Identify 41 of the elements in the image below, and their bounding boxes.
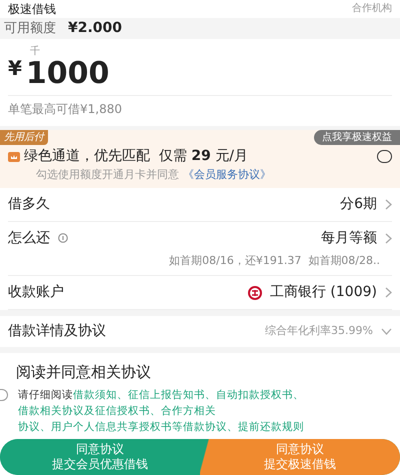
agreement-link[interactable]: 自动扣款授权书、 <box>216 389 304 401</box>
details-toggle[interactable]: 综合年化利率35.99% <box>265 323 392 340</box>
service-agreement-link[interactable]: 《会员服务协议》 <box>183 167 271 184</box>
bank-logo-icon <box>248 286 262 300</box>
repay-hint: 如首期08/16，还¥191.37 如首期08/28.. <box>169 252 380 268</box>
credit-label: 可用额度 <box>4 20 56 38</box>
tooltip: 点我享极速权益 <box>314 130 400 145</box>
limit-text: 单笔最高可借¥1,880 <box>8 101 123 118</box>
member-checkbox[interactable] <box>377 150 392 163</box>
agreement-link[interactable]: 征信上报告知书、 <box>128 389 216 401</box>
page-title: 极速借钱 <box>8 2 56 16</box>
unit-hint: 千 <box>30 47 41 57</box>
fast-submit-button[interactable]: 同意协议 提交极速借钱 <box>200 439 400 475</box>
chevron-right-icon <box>385 287 392 298</box>
agreement-link[interactable]: 合作方相关 <box>161 405 216 417</box>
partner-label: 合作机构 <box>352 4 392 14</box>
member-headline: 绿色通道，优先匹配 仅需 29 元/月 <box>24 147 248 166</box>
row-label: 怎么还 <box>8 228 50 248</box>
agreement-link[interactable]: 借款相关协议及征信授权书、 <box>18 405 161 417</box>
member-note: 勾选使用额度开通月卡并同意 <box>36 167 179 183</box>
agreement-checkbox[interactable] <box>0 389 8 401</box>
amount-field[interactable]: 1000 <box>26 57 110 91</box>
currency-sign: ¥ <box>8 55 22 82</box>
agreement-link[interactable]: 提前还款规则 <box>238 421 304 433</box>
chevron-down-icon <box>381 328 392 335</box>
chevron-right-icon <box>385 198 392 210</box>
row-label: 收款账户 <box>8 283 64 302</box>
row-value[interactable]: 工商银行 (1009) <box>270 282 392 303</box>
agreement-title: 阅读并同意相关协议 <box>15 362 152 382</box>
agreement-text: 请仔细阅读借款须知、征信上报告知书、自动扣款授权书、 借款相关协议及征信授权书、合作方相关 协议、用户个人信息共享授权书等借款协议、提前还款规则 <box>17 388 305 435</box>
row-value[interactable]: 分6期 <box>340 194 392 214</box>
details-label: 借款详情及协议 <box>8 322 106 341</box>
crown-icon <box>8 152 20 162</box>
info-icon <box>58 233 68 243</box>
row-label: 借多久 <box>8 194 50 214</box>
chevron-right-icon <box>385 232 392 244</box>
credit-value: ¥2.000 <box>68 19 122 38</box>
agreement-link[interactable]: 协议、用户个人信息共享授权书等借款协议、 <box>18 421 238 433</box>
tag: 先用后付 <box>0 130 48 145</box>
agreement-link[interactable]: 借款须知、 <box>73 389 128 401</box>
row-value[interactable]: 每月等额 <box>321 228 392 248</box>
